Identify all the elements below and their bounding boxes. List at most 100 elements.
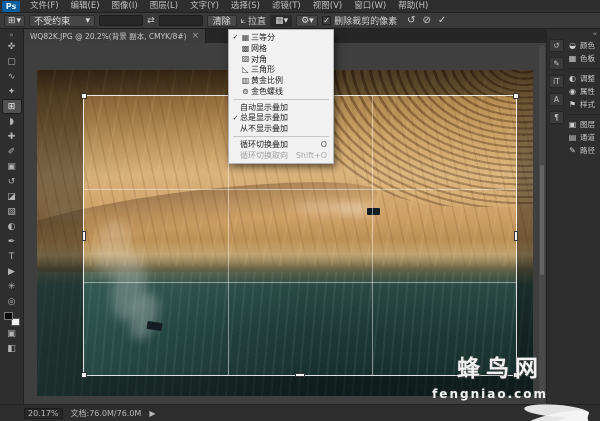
menu-file[interactable]: 文件(F) xyxy=(24,0,65,13)
gradient-tool[interactable]: ▧ xyxy=(2,204,22,219)
crop-width-input[interactable] xyxy=(99,15,143,26)
menu-item-cycle-orientation[interactable]: 循环切换取向 Shift+O xyxy=(229,150,333,161)
menu-separator xyxy=(233,136,329,137)
menu-separator xyxy=(233,99,329,100)
crop-settings-dropdown[interactable]: ⚙ ▾ xyxy=(296,15,318,27)
paragraph-panel-button[interactable]: ¶ xyxy=(549,111,564,124)
properties-panel-button[interactable]: ◉ 属性 xyxy=(567,85,600,98)
screen-mode-button[interactable]: ◧ xyxy=(2,341,22,356)
golden-ratio-icon: ▥ xyxy=(240,76,251,85)
menu-item-diagonal[interactable]: ▨ 对角 xyxy=(229,54,333,65)
move-tool[interactable]: ✜ xyxy=(2,39,22,54)
quick-selection-tool[interactable]: ✦ xyxy=(2,84,22,99)
menu-item-always-show-overlay[interactable]: ✓ 总是显示叠加 xyxy=(229,113,333,124)
crop-ratio-dropdown[interactable]: 不受约束 ▾ xyxy=(29,15,95,27)
zoom-tool[interactable]: ◎ xyxy=(2,294,22,309)
menu-help[interactable]: 帮助(H) xyxy=(392,0,434,13)
menu-item-triangle[interactable]: ◺ 三角形 xyxy=(229,64,333,75)
scrollbar-thumb[interactable] xyxy=(540,165,544,275)
brush-tool[interactable]: ✐ xyxy=(2,144,22,159)
color-swatches[interactable] xyxy=(4,312,20,326)
marquee-tool[interactable]: ▢ xyxy=(2,54,22,69)
toolbar-collapse-icon[interactable]: » xyxy=(9,31,13,39)
styles-panel-button[interactable]: ⚑ 样式 xyxy=(567,98,600,111)
crop-height-input[interactable] xyxy=(159,15,203,26)
channels-panel-button[interactable]: ▤ 通道 xyxy=(567,131,600,144)
menu-image[interactable]: 图像(I) xyxy=(106,0,144,13)
clone-source-panel-button[interactable]: ✎ xyxy=(549,57,564,70)
adjustments-panel-icon: ◐ xyxy=(567,74,578,83)
menu-view[interactable]: 视图(V) xyxy=(307,0,348,13)
menu-edit[interactable]: 编辑(E) xyxy=(65,0,106,13)
menu-filter[interactable]: 滤镜(T) xyxy=(266,0,307,13)
menu-shortcut: O xyxy=(321,140,327,149)
panel-separator xyxy=(567,68,600,69)
crop-tool[interactable]: ⊞ xyxy=(2,99,22,114)
history-brush-tool[interactable]: ↺ xyxy=(2,174,22,189)
clear-button[interactable]: 清除 xyxy=(207,15,237,27)
menu-item-auto-show-overlay[interactable]: 自动显示叠加 xyxy=(229,102,333,113)
swatches-panel-icon: ▦ xyxy=(567,54,578,63)
overlay-options-dropdown[interactable]: ▦ ▾ xyxy=(270,15,292,27)
straighten-button[interactable]: ⟀ 拉直 xyxy=(241,14,266,27)
crop-handle-bottom-left[interactable] xyxy=(81,372,87,378)
pen-tool[interactable]: ✒ xyxy=(2,234,22,249)
character-panel-button[interactable]: iT xyxy=(549,75,564,88)
eyedropper-tool[interactable]: ◗ xyxy=(2,114,22,129)
eraser-tool[interactable]: ◪ xyxy=(2,189,22,204)
menu-item-rule-of-thirds[interactable]: ✓ ▦ 三等分 xyxy=(229,32,333,43)
zoom-level-field[interactable]: 20.17% xyxy=(24,408,63,419)
commit-crop-icon[interactable]: ✓ xyxy=(438,15,446,26)
menu-item-cycle-overlay[interactable]: 循环切换叠加 O xyxy=(229,139,333,150)
right-panel-dock: « ↺ ✎ iT A ¶ ◒ 颜色 ▦ 色板 ◐ 调整 ◉ 属性 xyxy=(546,29,600,404)
crop-handle-left[interactable] xyxy=(82,231,86,241)
healing-brush-tool[interactable]: ✚ xyxy=(2,129,22,144)
menu-window[interactable]: 窗口(W) xyxy=(348,0,392,13)
menu-item-golden-spiral[interactable]: ⊚ 金色螺线 xyxy=(229,86,333,97)
lasso-tool[interactable]: ∿ xyxy=(2,69,22,84)
status-expand-icon[interactable]: ▶ xyxy=(149,409,155,418)
thirds-gridline xyxy=(84,189,516,190)
crop-handle-bottom-right[interactable] xyxy=(513,372,519,378)
foreground-color-swatch[interactable] xyxy=(4,312,13,320)
menu-item-label: 三角形 xyxy=(251,64,327,75)
swatches-panel-button[interactable]: ▦ 色板 xyxy=(567,52,600,65)
crop-handle-right[interactable] xyxy=(514,231,518,241)
color-panel-button[interactable]: ◒ 颜色 xyxy=(567,39,600,52)
type-tool[interactable]: T xyxy=(2,249,22,264)
gear-icon: ⚙ xyxy=(301,16,309,26)
clone-stamp-tool[interactable]: ▣ xyxy=(2,159,22,174)
crop-handle-bottom[interactable] xyxy=(295,373,305,377)
crop-handle-top-right[interactable] xyxy=(513,93,519,99)
swap-dimensions-icon[interactable]: ⇄ xyxy=(147,16,155,26)
menu-select[interactable]: 选择(S) xyxy=(225,0,266,13)
quick-mask-button[interactable]: ▣ xyxy=(2,326,22,341)
vertical-scrollbar[interactable] xyxy=(539,45,545,401)
color-panel-icon: ◒ xyxy=(567,41,578,50)
menu-type[interactable]: 文字(Y) xyxy=(184,0,225,13)
dodge-tool[interactable]: ◐ xyxy=(2,219,22,234)
crop-handle-top-left[interactable] xyxy=(81,93,87,99)
styles-panel-icon: ⚑ xyxy=(567,100,578,109)
reset-crop-icon[interactable]: ↺ xyxy=(407,15,415,26)
crop-tool-preset[interactable]: ⊞ ▾ xyxy=(4,15,25,27)
menu-item-golden-ratio[interactable]: ▥ 黄金比例 xyxy=(229,75,333,86)
character-styles-panel-button[interactable]: A xyxy=(549,93,564,106)
close-tab-icon[interactable]: × xyxy=(192,31,200,41)
chevron-down-icon: ▾ xyxy=(86,16,91,26)
menu-item-never-show-overlay[interactable]: 从不显示叠加 xyxy=(229,123,333,134)
delete-cropped-pixels-checkbox[interactable]: ✓ 删除裁剪的像素 xyxy=(322,14,397,27)
dock-collapse-icon[interactable]: « xyxy=(593,30,597,38)
path-selection-tool[interactable]: ▶ xyxy=(2,264,22,279)
history-panel-button[interactable]: ↺ xyxy=(549,39,564,52)
menu-item-grid[interactable]: ▩ 网格 xyxy=(229,43,333,54)
paths-panel-button[interactable]: ✎ 路径 xyxy=(567,144,600,157)
panel-label: 路径 xyxy=(580,145,595,156)
cancel-crop-icon[interactable]: ⊘ xyxy=(422,15,430,26)
layers-panel-button[interactable]: ▣ 图层 xyxy=(567,118,600,131)
hand-tool[interactable]: ✳ xyxy=(2,279,22,294)
document-tab[interactable]: WQ82K.JPG @ 20.2%(背景 副本, CMYK/8#) × xyxy=(24,29,206,43)
menu-layer[interactable]: 图层(L) xyxy=(144,0,184,13)
adjustments-panel-button[interactable]: ◐ 调整 xyxy=(567,72,600,85)
menu-item-label: 网格 xyxy=(251,43,327,54)
